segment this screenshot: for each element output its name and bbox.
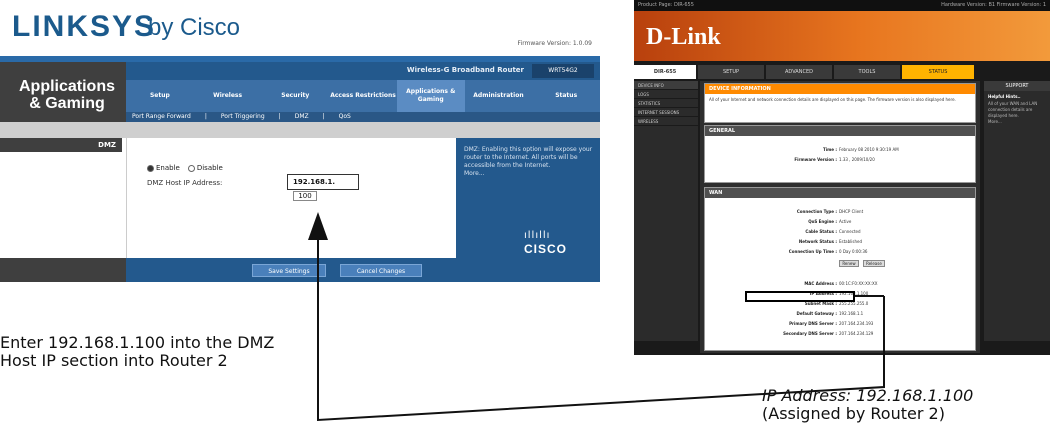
- annotation-router2-instruction: Enter 192.168.1.100 into the DMZ Host IP…: [0, 334, 320, 370]
- arrowhead-icon: [308, 212, 328, 240]
- annotation-line: Enter 192.168.1.100 into the DMZ: [0, 333, 275, 352]
- annotation-line: Host IP section into Router 2: [0, 351, 228, 370]
- annotation-line: IP Address: 192.168.1.100: [762, 386, 974, 405]
- annotation-ip-assigned: IP Address: 192.168.1.100 (Assigned by R…: [762, 387, 973, 423]
- annotation-line: (Assigned by Router 2): [762, 404, 945, 423]
